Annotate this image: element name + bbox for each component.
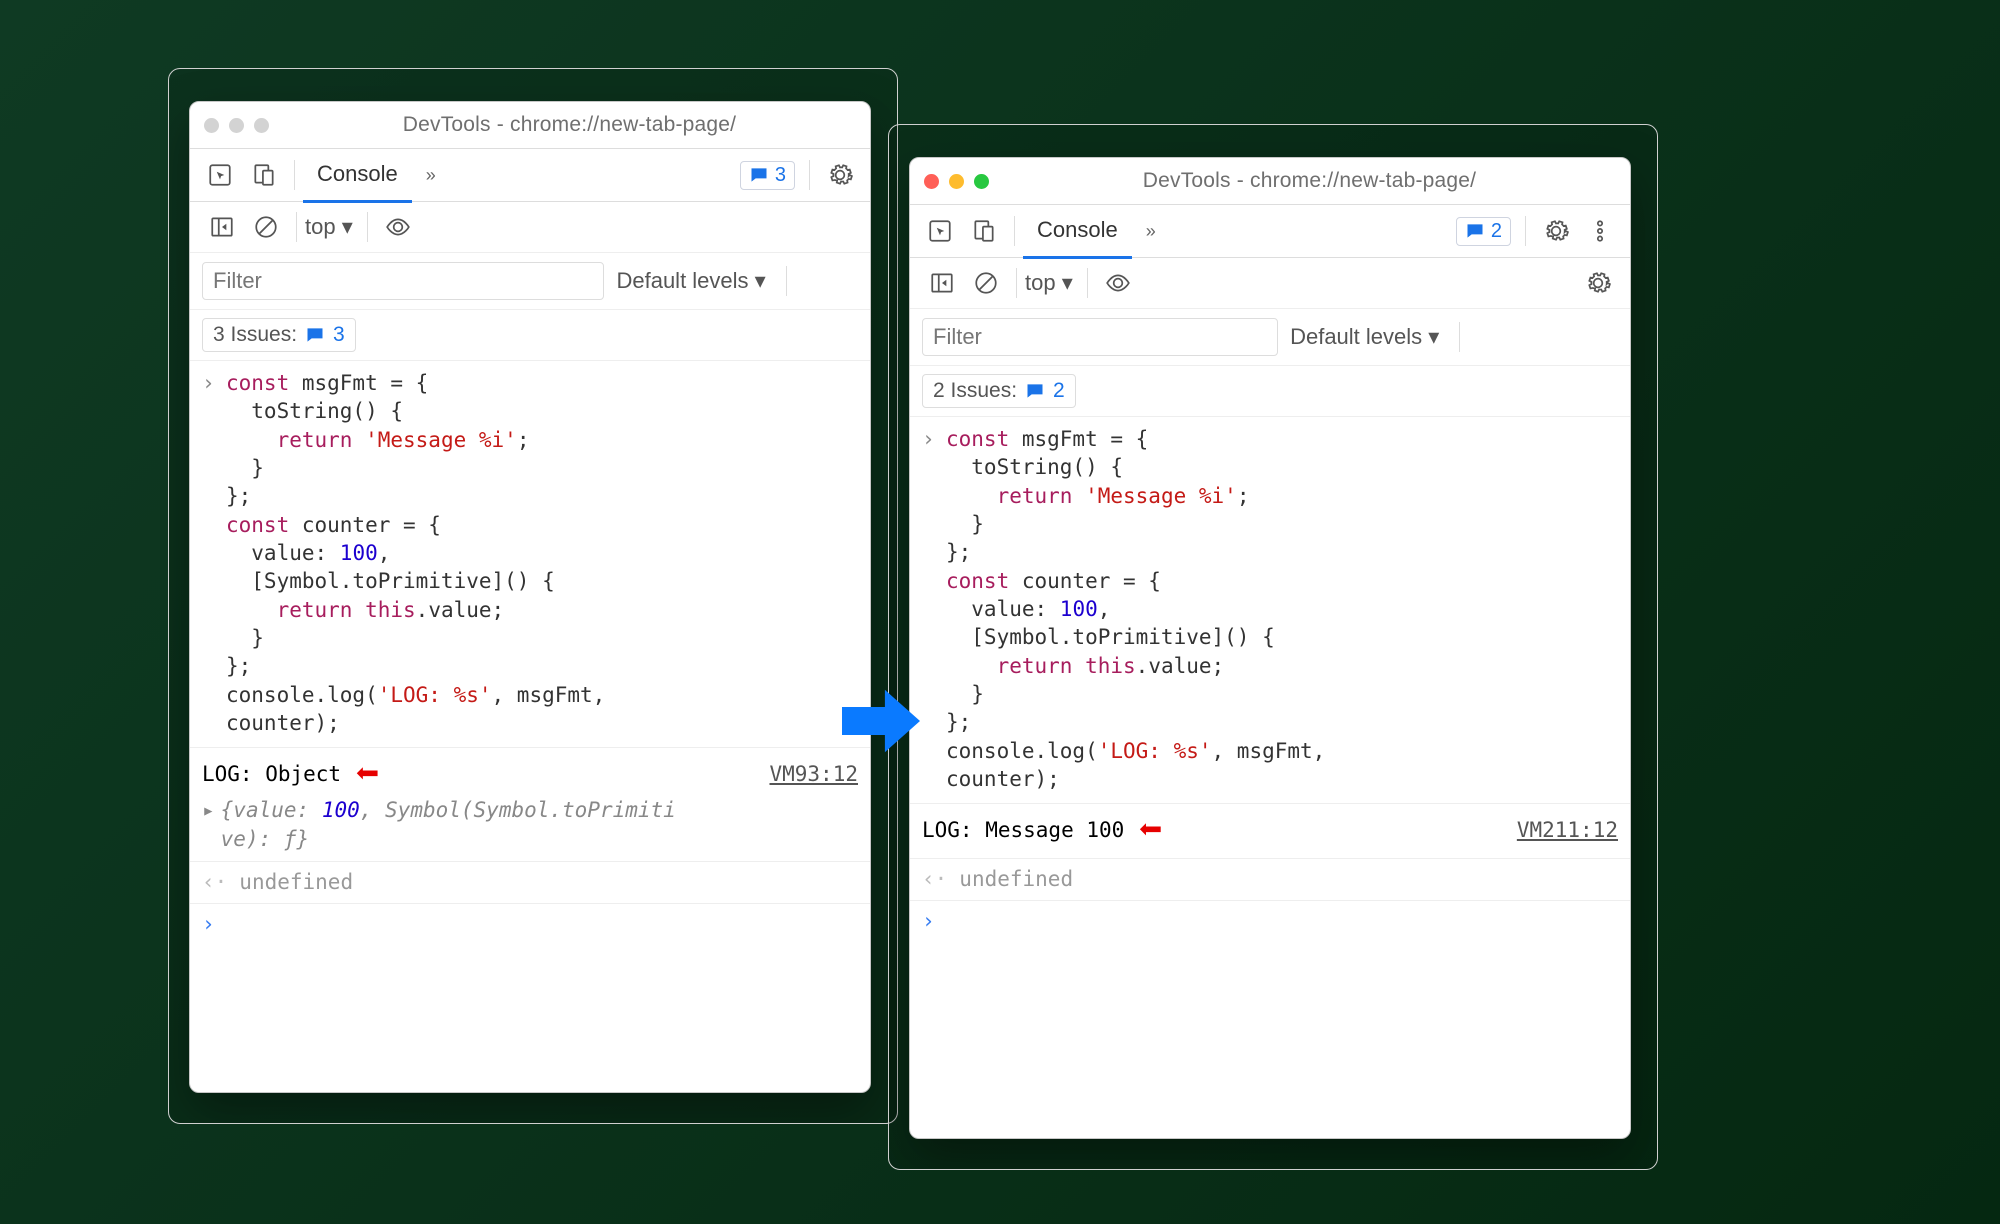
more-tabs-chevron[interactable]: » xyxy=(426,165,436,186)
console-toolbar: top ▾ xyxy=(190,202,870,253)
console-prompt[interactable]: › xyxy=(190,904,870,944)
kebab-menu-icon[interactable] xyxy=(1578,209,1622,253)
console-output-row[interactable]: LOG: Object ⬅ VM93:12 ▸ {value: 100, Sym… xyxy=(190,748,870,862)
object-preview[interactable]: {value: 100, Symbol(Symbol.toPrimitive):… xyxy=(221,796,676,853)
issues-bar: 2 Issues: 2 xyxy=(910,366,1630,417)
live-expression-icon[interactable] xyxy=(376,205,420,249)
console-prompt[interactable]: › xyxy=(910,901,1630,941)
separator xyxy=(296,212,297,242)
zoom-dot[interactable] xyxy=(974,174,989,189)
log-text: LOG: Object xyxy=(202,760,341,788)
levels-dropdown[interactable]: Default levels ▾ xyxy=(616,268,765,294)
window-controls[interactable] xyxy=(204,118,269,133)
separator xyxy=(294,160,295,190)
code-snippet: const msgFmt = { toString() { return 'Me… xyxy=(226,369,605,737)
levels-dropdown[interactable]: Default levels ▾ xyxy=(1290,324,1439,350)
input-caret-icon: › xyxy=(202,369,226,737)
device-toggle-icon[interactable] xyxy=(962,209,1006,253)
console-filter-bar: Filter Default levels ▾ xyxy=(910,309,1630,366)
console-filter-bar: Filter Default levels ▾ xyxy=(190,253,870,310)
devtools-main-toolbar: Console » 3 xyxy=(190,149,870,202)
console-sidebar-toggle-icon[interactable] xyxy=(200,205,244,249)
issues-button[interactable]: 2 Issues: 2 xyxy=(922,374,1076,408)
separator xyxy=(1016,268,1017,298)
clear-console-icon[interactable] xyxy=(964,261,1008,305)
console-settings-icon[interactable] xyxy=(1576,261,1620,305)
console-sidebar-toggle-icon[interactable] xyxy=(920,261,964,305)
separator xyxy=(367,212,368,242)
console-toolbar: top ▾ xyxy=(910,258,1630,309)
log-text: LOG: Message 100 xyxy=(922,816,1124,844)
inspect-icon[interactable] xyxy=(198,153,242,197)
transition-arrow-icon xyxy=(842,686,920,761)
highlight-arrow-icon: ⬅ xyxy=(355,754,379,794)
return-caret-icon: ‹· xyxy=(202,868,227,896)
zoom-dot[interactable] xyxy=(254,118,269,133)
return-value-row: ‹· undefined xyxy=(190,862,870,903)
source-link[interactable]: VM211:12 xyxy=(1517,816,1618,844)
tab-console[interactable]: Console xyxy=(1023,204,1132,259)
separator xyxy=(786,266,787,296)
window-title: DevTools - chrome://new-tab-page/ xyxy=(1003,169,1616,193)
live-expression-icon[interactable] xyxy=(1096,261,1140,305)
more-tabs-chevron[interactable]: » xyxy=(1146,221,1156,242)
issues-chip[interactable]: 3 xyxy=(740,161,795,190)
context-selector[interactable]: top ▾ xyxy=(305,214,353,240)
code-snippet: const msgFmt = { toString() { return 'Me… xyxy=(946,425,1325,793)
separator xyxy=(1459,322,1460,352)
tab-console[interactable]: Console xyxy=(303,148,412,203)
window-controls[interactable] xyxy=(924,174,989,189)
console-input-history[interactable]: › const msgFmt = { toString() { return '… xyxy=(910,417,1630,804)
console-input-history[interactable]: › const msgFmt = { toString() { return '… xyxy=(190,361,870,748)
issues-chip[interactable]: 2 xyxy=(1456,217,1511,246)
devtools-window-after: DevTools - chrome://new-tab-page/ Consol… xyxy=(909,157,1631,1139)
return-caret-icon: ‹· xyxy=(922,865,947,893)
filter-input[interactable]: Filter xyxy=(922,318,1278,356)
settings-icon[interactable] xyxy=(818,153,862,197)
filter-input[interactable]: Filter xyxy=(202,262,604,300)
separator xyxy=(1087,268,1088,298)
inspect-icon[interactable] xyxy=(918,209,962,253)
devtools-window-before: DevTools - chrome://new-tab-page/ Consol… xyxy=(189,101,871,1093)
window-title: DevTools - chrome://new-tab-page/ xyxy=(283,113,856,137)
separator xyxy=(809,160,810,190)
mac-titlebar: DevTools - chrome://new-tab-page/ xyxy=(190,102,870,149)
mac-titlebar: DevTools - chrome://new-tab-page/ xyxy=(910,158,1630,205)
expand-triangle-icon[interactable]: ▸ xyxy=(202,796,215,853)
issues-chip-count: 2 xyxy=(1491,220,1502,243)
source-link[interactable]: VM93:12 xyxy=(769,760,858,788)
separator xyxy=(1525,216,1526,246)
return-value-row: ‹· undefined xyxy=(910,859,1630,900)
separator xyxy=(1014,216,1015,246)
input-caret-icon: › xyxy=(922,425,946,793)
devtools-main-toolbar: Console » 2 xyxy=(910,205,1630,258)
highlight-arrow-icon: ⬅ xyxy=(1138,810,1162,850)
clear-console-icon[interactable] xyxy=(244,205,288,249)
issues-button[interactable]: 3 Issues: 3 xyxy=(202,318,356,352)
issues-chip-count: 3 xyxy=(775,164,786,187)
issues-bar: 3 Issues: 3 xyxy=(190,310,870,361)
context-selector[interactable]: top ▾ xyxy=(1025,270,1073,296)
minimize-dot[interactable] xyxy=(229,118,244,133)
console-output-row[interactable]: LOG: Message 100 ⬅ VM211:12 xyxy=(910,804,1630,859)
close-dot[interactable] xyxy=(924,174,939,189)
settings-icon[interactable] xyxy=(1534,209,1578,253)
minimize-dot[interactable] xyxy=(949,174,964,189)
device-toggle-icon[interactable] xyxy=(242,153,286,197)
close-dot[interactable] xyxy=(204,118,219,133)
